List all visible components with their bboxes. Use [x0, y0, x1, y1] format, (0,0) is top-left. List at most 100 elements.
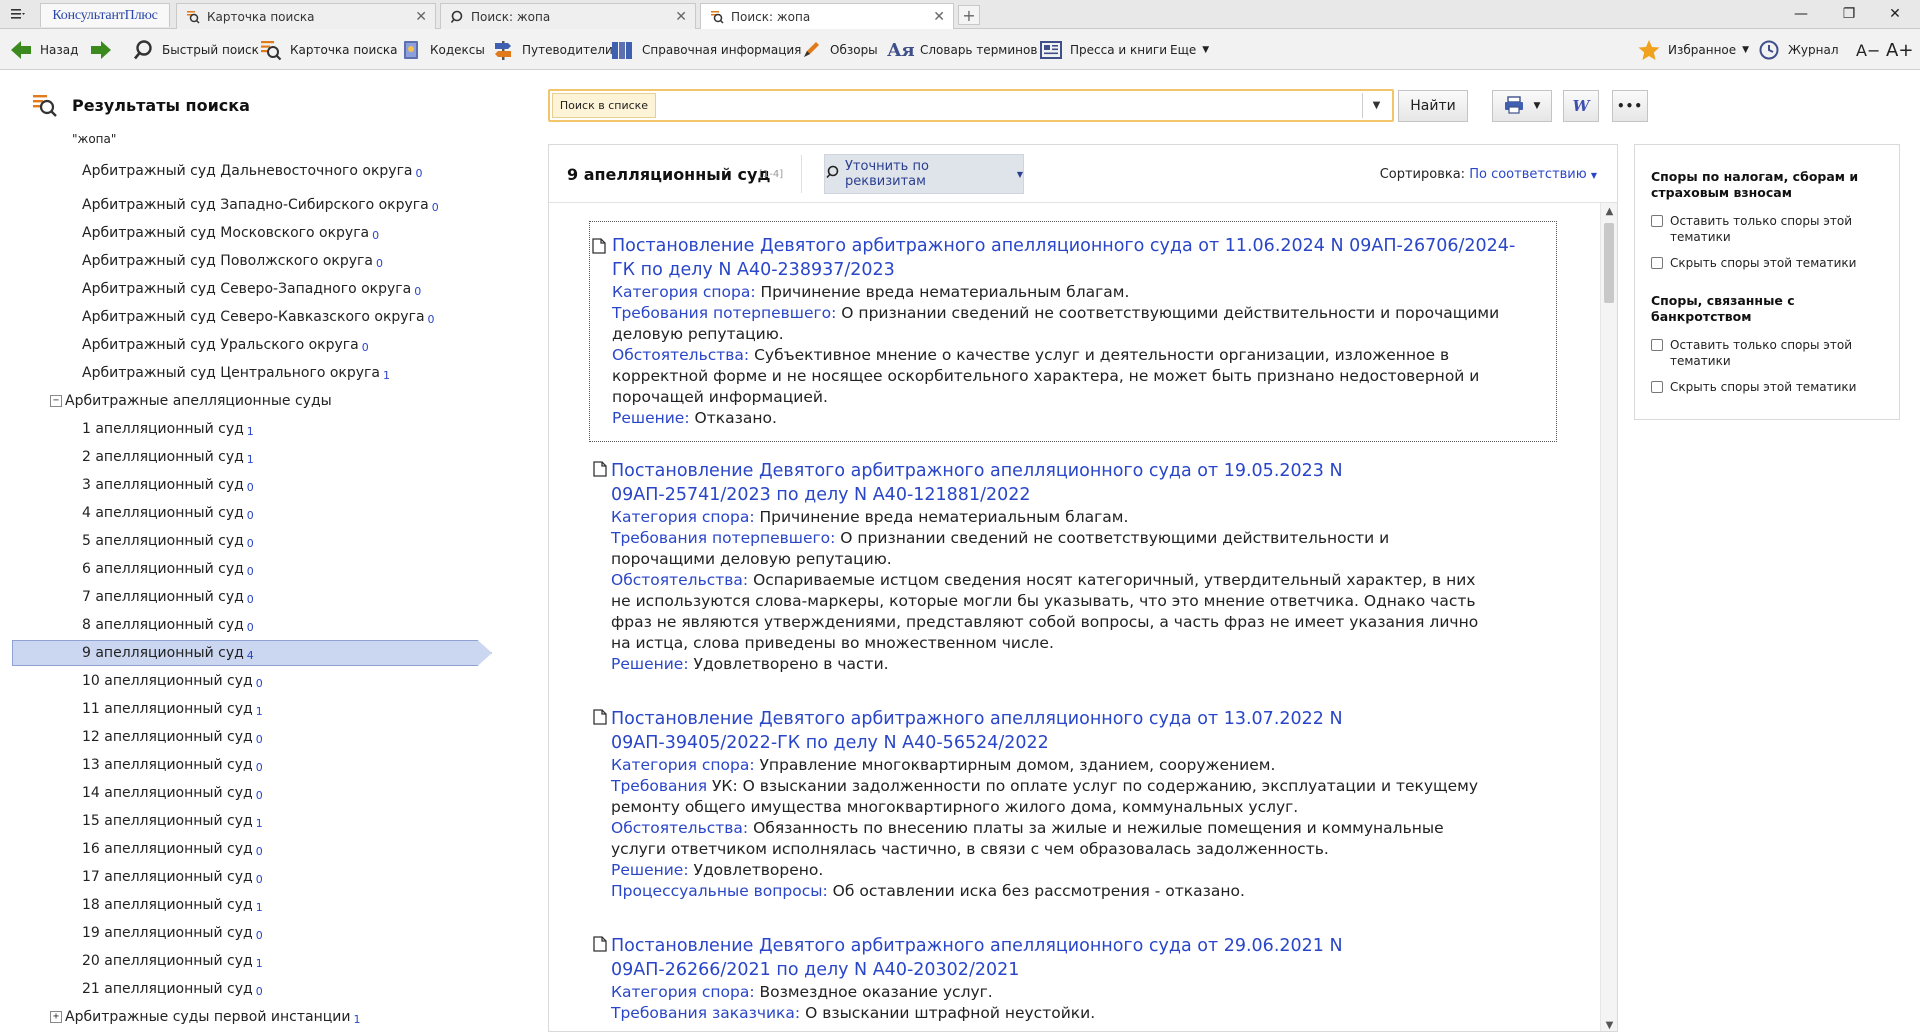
- search-history-dropdown[interactable]: ▼: [1362, 93, 1390, 118]
- tree-item[interactable]: Арбитражный суд Западно-Сибирского округ…: [82, 192, 439, 218]
- tree-item[interactable]: Арбитражный суд Северо-Кавказского округ…: [82, 304, 435, 330]
- reviews-button[interactable]: Обзоры: [798, 36, 878, 64]
- tree-item[interactable]: 14 апелляционный суд 0: [82, 780, 263, 806]
- sort-label: Сортировка:: [1379, 167, 1466, 182]
- refine-by-details-button[interactable]: Уточнить по реквизитам ▼: [824, 154, 1024, 194]
- doc-field: Требования заказчика: О взыскании штрафн…: [611, 1003, 1491, 1024]
- tree-item[interactable]: 15 апелляционный суд 1: [82, 808, 263, 834]
- font-larger-button[interactable]: A+: [1886, 36, 1913, 64]
- tree-item[interactable]: 5 апелляционный суд 0: [82, 528, 254, 554]
- quick-search-button[interactable]: Быстрый поиск: [130, 36, 259, 64]
- scroll-down-icon[interactable]: ▼: [1601, 1017, 1617, 1031]
- search-card-button[interactable]: Карточка поиска: [258, 36, 398, 64]
- brand-logo[interactable]: КонсультантПлюс: [40, 3, 170, 27]
- tree-item[interactable]: Арбитражный суд Центрального округа 1: [82, 360, 390, 386]
- journal-button[interactable]: Журнал: [1756, 36, 1839, 64]
- document-title-link[interactable]: Постановление Девятого арбитражного апел…: [611, 459, 1491, 507]
- minimize-button[interactable]: —: [1778, 3, 1824, 25]
- checkbox[interactable]: [1651, 257, 1663, 269]
- press-books-button[interactable]: Пресса и книги: [1038, 36, 1167, 64]
- list-item[interactable]: Постановление Девятого арбитражного апел…: [593, 934, 1491, 1024]
- reviews-label: Обзоры: [830, 43, 878, 57]
- filter-checkbox[interactable]: Оставить только споры этой тематики: [1651, 337, 1891, 369]
- tree-item[interactable]: 7 апелляционный суд 0: [82, 584, 254, 610]
- list-item[interactable]: Постановление Девятого арбитражного апел…: [593, 707, 1491, 902]
- tree-item[interactable]: 11 апелляционный суд 1: [82, 696, 263, 722]
- tree-item[interactable]: 20 апелляционный суд 1: [82, 948, 263, 974]
- tree-item[interactable]: Арбитражный суд Северо-Западного округа 0: [82, 276, 421, 302]
- tree-item[interactable]: 1 апелляционный суд 1: [82, 416, 254, 442]
- tree-item[interactable]: 12 апелляционный суд 0: [82, 724, 263, 750]
- sort-value[interactable]: По соответствию: [1469, 167, 1587, 182]
- scroll-up-icon[interactable]: ▲: [1601, 203, 1617, 219]
- tree-group[interactable]: + Арбитражные суды первой инстанции 1: [50, 1004, 360, 1030]
- document-title-link[interactable]: Постановление Девятого арбитражного апел…: [611, 707, 1491, 755]
- list-item[interactable]: Постановление Девятого арбитражного апел…: [589, 221, 1557, 442]
- tab-search-card[interactable]: Карточка поиска ✕: [176, 3, 436, 29]
- search-in-list-input[interactable]: [660, 93, 1350, 118]
- search-card-icon: [185, 9, 201, 25]
- close-window-button[interactable]: ✕: [1872, 3, 1918, 25]
- forward-button[interactable]: [88, 36, 120, 64]
- filter-checkbox[interactable]: Скрыть споры этой тематики: [1651, 255, 1891, 271]
- expand-icon[interactable]: +: [50, 1011, 62, 1023]
- sort-control[interactable]: Сортировка: По соответствию ▼: [1380, 167, 1597, 182]
- tree-item[interactable]: 13 апелляционный суд 0: [82, 752, 263, 778]
- guides-button[interactable]: Путеводители: [490, 36, 613, 64]
- scroll-thumb[interactable]: [1604, 223, 1614, 303]
- tree-item[interactable]: 2 апелляционный суд 1: [82, 444, 254, 470]
- tree-item-count: 0: [376, 256, 383, 270]
- tree-item[interactable]: 19 апелляционный суд 0: [82, 920, 263, 946]
- print-button[interactable]: ▼: [1492, 90, 1552, 122]
- field-label: Требования: [611, 777, 708, 795]
- checkbox[interactable]: [1651, 339, 1663, 351]
- codes-label: Кодексы: [430, 43, 485, 57]
- favorites-button[interactable]: Избранное ▼: [1636, 36, 1749, 64]
- checkbox[interactable]: [1651, 215, 1663, 227]
- tree-item[interactable]: Арбитражный суд Дальневосточного округа 0: [82, 158, 423, 184]
- tree-item[interactable]: 18 апелляционный суд 1: [82, 892, 263, 918]
- tree-item[interactable]: Арбитражный суд Московского округа 0: [82, 220, 379, 246]
- codes-button[interactable]: Кодексы: [398, 36, 485, 64]
- more-menu-button[interactable]: Еще ▼: [1170, 36, 1209, 64]
- close-icon[interactable]: ✕: [933, 9, 945, 25]
- back-button[interactable]: Назад: [8, 36, 78, 64]
- more-actions-button[interactable]: •••: [1612, 90, 1648, 122]
- tree-item-selected[interactable]: 9 апелляционный суд 4: [12, 640, 492, 666]
- close-icon[interactable]: ✕: [675, 9, 687, 25]
- tree-item[interactable]: 21 апелляционный суд 0: [82, 976, 263, 1002]
- filter-checkbox[interactable]: Скрыть споры этой тематики: [1651, 379, 1891, 395]
- tree-item[interactable]: Арбитражный суд Уральского округа 0: [82, 332, 369, 358]
- document-title-link[interactable]: Постановление Девятого арбитражного апел…: [612, 234, 1536, 282]
- maximize-button[interactable]: ❐: [1826, 3, 1872, 25]
- document-title-link[interactable]: Постановление Девятого арбитражного апел…: [611, 934, 1491, 982]
- close-icon[interactable]: ✕: [415, 9, 427, 25]
- search-icon: [449, 9, 465, 25]
- hamburger-menu-button[interactable]: [4, 3, 32, 25]
- field-label: Процессуальные вопросы:: [611, 882, 828, 900]
- tree-item[interactable]: 3 апелляционный суд 0: [82, 472, 254, 498]
- new-tab-button[interactable]: +: [958, 5, 980, 25]
- tree-item[interactable]: 8 апелляционный суд 0: [82, 612, 254, 638]
- tree-item[interactable]: 16 апелляционный суд 0: [82, 836, 263, 862]
- find-button[interactable]: Найти: [1398, 90, 1468, 122]
- tree-item[interactable]: 17 апелляционный суд 0: [82, 864, 263, 890]
- tab-search-2[interactable]: Поиск: жопа ✕: [700, 3, 954, 30]
- results-scrollbar[interactable]: ▲ ▼: [1600, 203, 1617, 1031]
- collapse-icon[interactable]: −: [50, 395, 62, 407]
- reference-button[interactable]: Справочная информация: [610, 36, 801, 64]
- tab-search-1[interactable]: Поиск: жопа ✕: [440, 3, 696, 29]
- export-word-button[interactable]: W: [1563, 90, 1599, 122]
- tree-group[interactable]: − Арбитражные апелляционные суды: [50, 388, 335, 414]
- field-label: Требования заказчика:: [611, 1004, 801, 1022]
- filter-checkbox[interactable]: Оставить только споры этой тематики: [1651, 213, 1891, 245]
- tree-item[interactable]: 4 апелляционный суд 0: [82, 500, 254, 526]
- checkbox[interactable]: [1651, 381, 1663, 393]
- dictionary-button[interactable]: Aя Словарь терминов: [887, 36, 1037, 64]
- font-smaller-button[interactable]: A−: [1856, 36, 1880, 64]
- tree-item[interactable]: 6 апелляционный суд 0: [82, 556, 254, 582]
- list-item[interactable]: Постановление Девятого арбитражного апел…: [593, 459, 1491, 675]
- tree-item[interactable]: 10 апелляционный суд 0: [82, 668, 263, 694]
- tree-item-label: Арбитражные апелляционные суды: [65, 393, 332, 409]
- tree-item[interactable]: Арбитражный суд Поволжского округа 0: [82, 248, 383, 274]
